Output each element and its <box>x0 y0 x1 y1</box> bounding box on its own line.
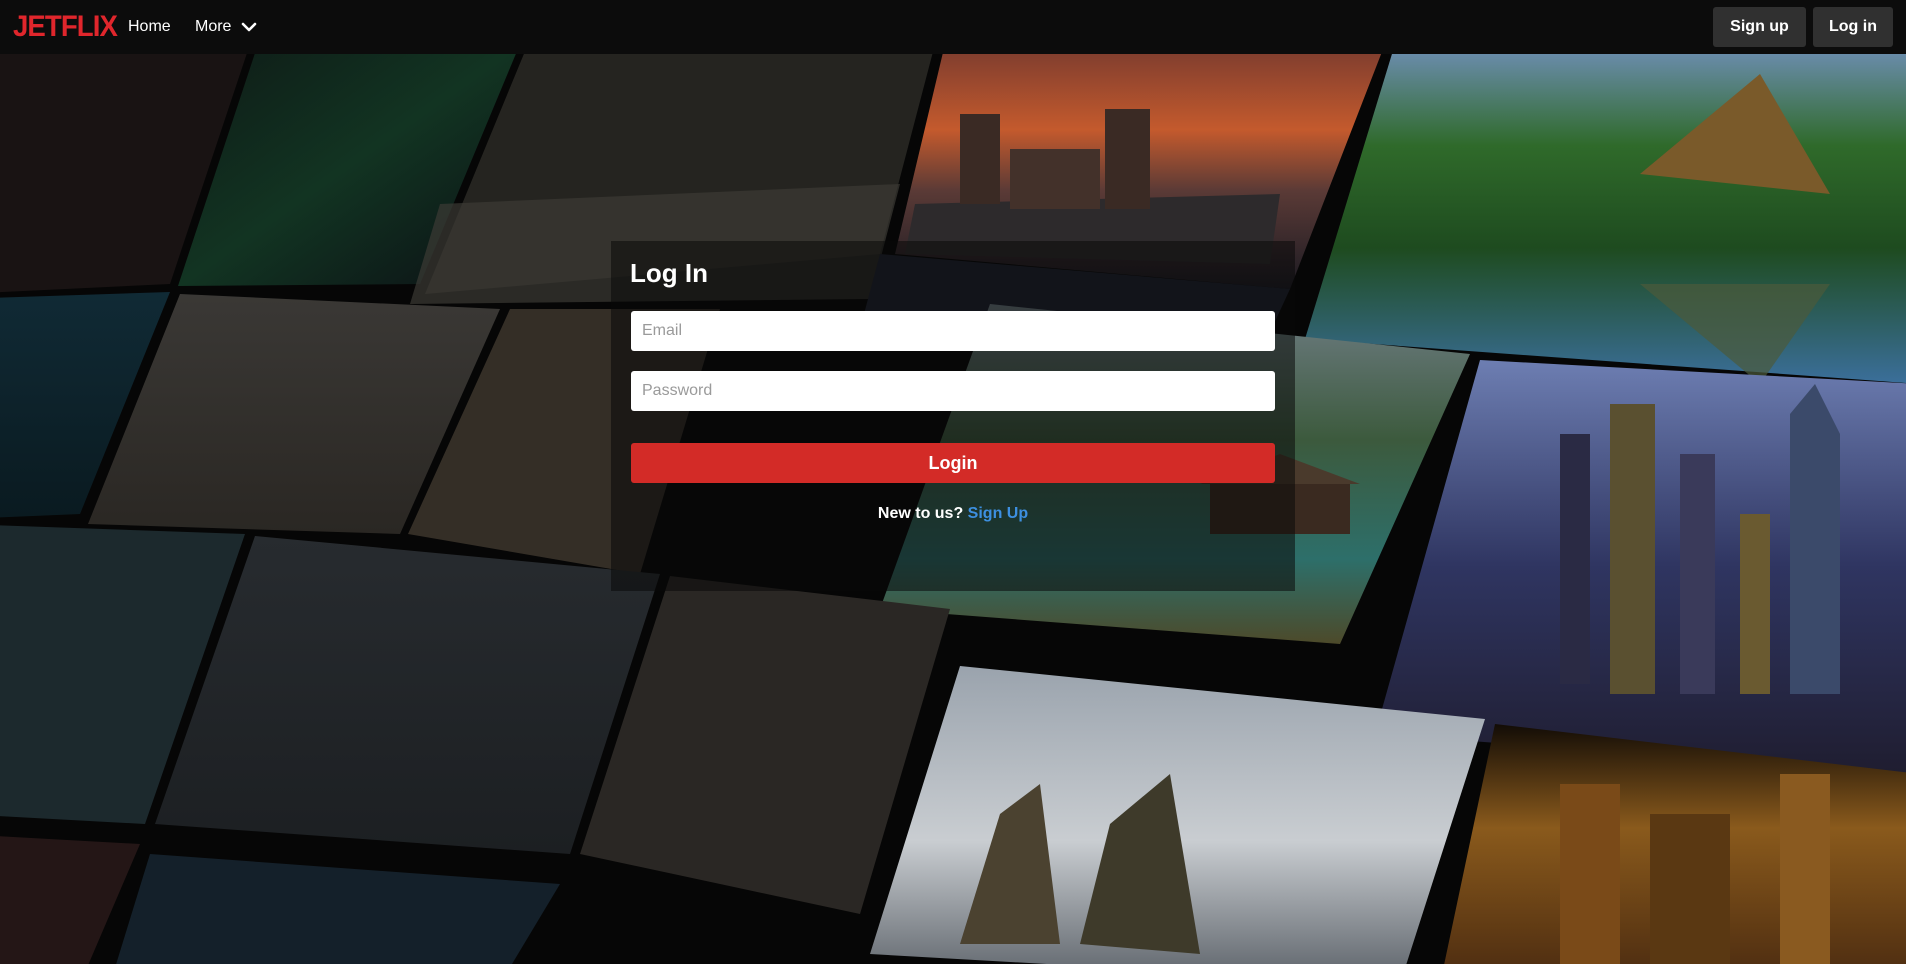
password-input[interactable] <box>631 371 1275 411</box>
login-title: Log In <box>630 258 708 288</box>
email-input[interactable] <box>631 311 1275 351</box>
login-panel <box>611 241 1295 591</box>
top-navbar: JETFLIX Home More Sign up Log in <box>0 0 1906 54</box>
login-nav-button[interactable]: Log in <box>1813 7 1893 47</box>
nav-home-link[interactable]: Home <box>128 17 171 37</box>
signup-button[interactable]: Sign up <box>1713 7 1806 47</box>
signup-link[interactable]: Sign Up <box>968 505 1028 522</box>
signup-prompt-text: New to us? <box>877 505 968 522</box>
jetflix-logo[interactable]: JETFLIX <box>13 11 118 43</box>
login-submit-button[interactable]: Login <box>631 443 1275 483</box>
nav-more-link[interactable]: More <box>195 17 231 37</box>
chevron-down-icon[interactable] <box>241 21 257 33</box>
signup-prompt: New to us? Sign Up <box>631 504 1275 524</box>
